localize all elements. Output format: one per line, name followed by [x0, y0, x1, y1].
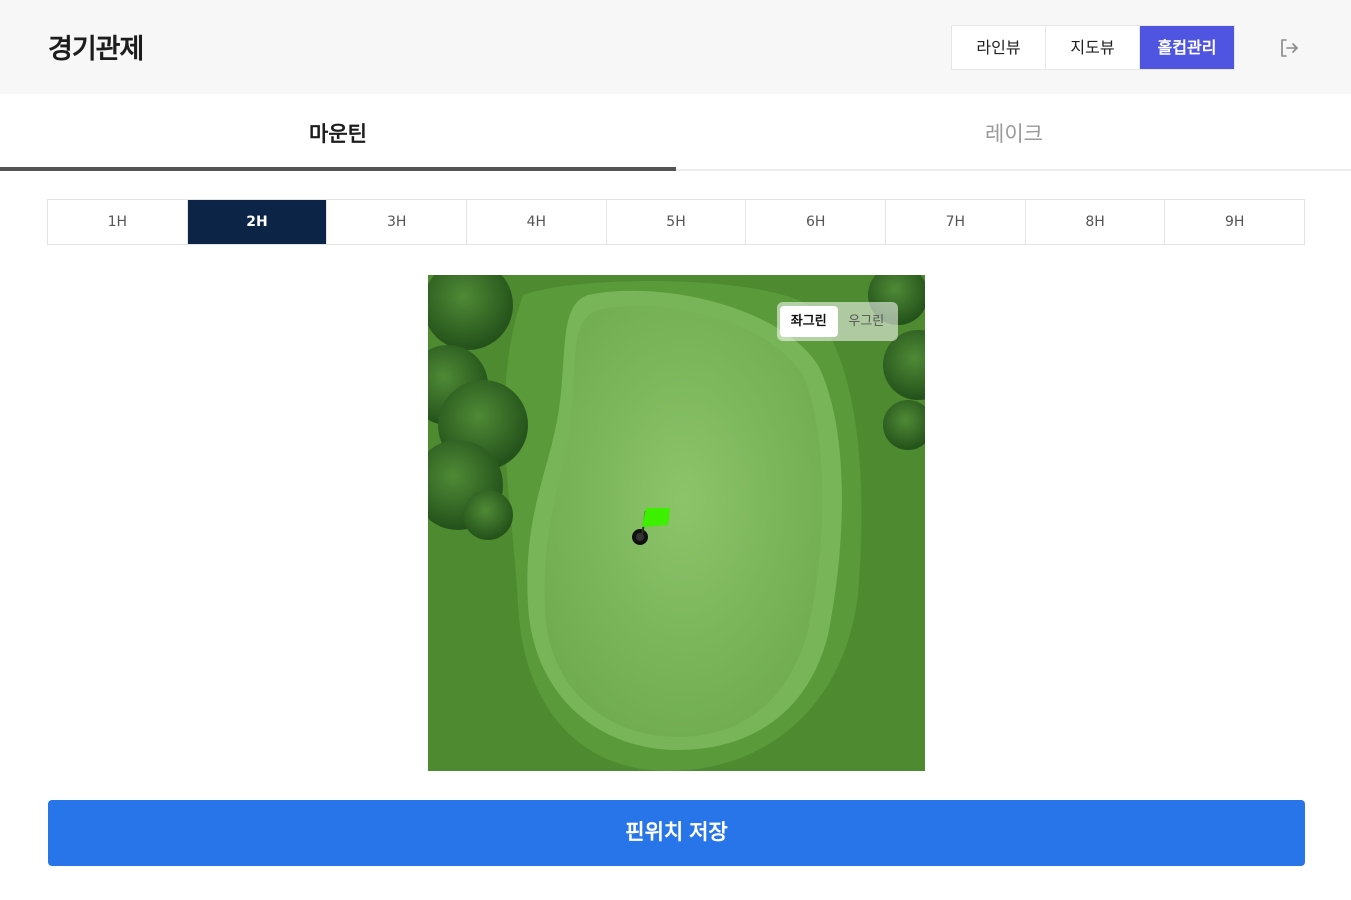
hole-button-1[interactable]: 1H	[48, 200, 188, 244]
hole-button-9[interactable]: 9H	[1165, 200, 1304, 244]
logout-icon[interactable]	[1277, 36, 1301, 60]
hole-button-3[interactable]: 3H	[327, 200, 468, 244]
hole-button-6[interactable]: 6H	[746, 200, 887, 244]
hole-selector: 1H 2H 3H 4H 5H 6H 7H 8H 9H	[47, 199, 1305, 245]
app-title: 경기관제	[48, 34, 144, 65]
hole-button-7[interactable]: 7H	[886, 200, 1026, 244]
hole-button-8[interactable]: 8H	[1026, 200, 1166, 244]
tab-mountain[interactable]: 마운틴	[0, 94, 676, 172]
right-green-button[interactable]: 우그린	[838, 306, 896, 337]
hole-button-2[interactable]: 2H	[187, 200, 328, 244]
app-header: 경기관제 라인뷰 지도뷰 홀컵관리	[0, 0, 1351, 94]
hole-cup-icon[interactable]	[632, 529, 648, 545]
hole-button-5[interactable]: 5H	[607, 200, 747, 244]
left-green-button[interactable]: 좌그린	[780, 306, 838, 337]
view-switch: 라인뷰 지도뷰 홀컵관리	[951, 25, 1235, 70]
hole-button-4[interactable]: 4H	[467, 200, 607, 244]
course-tabs: 마운틴 레이크	[0, 94, 1351, 172]
tab-lake[interactable]: 레이크	[676, 94, 1351, 172]
green-toggle: 좌그린 우그린	[777, 302, 898, 341]
active-tab-indicator	[0, 167, 676, 171]
line-view-button[interactable]: 라인뷰	[952, 26, 1046, 69]
map-view-button[interactable]: 지도뷰	[1046, 26, 1140, 69]
putting-green	[544, 305, 823, 737]
green-map[interactable]	[428, 275, 925, 771]
hole-cup-management-button[interactable]: 홀컵관리	[1140, 26, 1234, 69]
save-pin-position-button[interactable]: 핀위치 저장	[48, 800, 1305, 866]
